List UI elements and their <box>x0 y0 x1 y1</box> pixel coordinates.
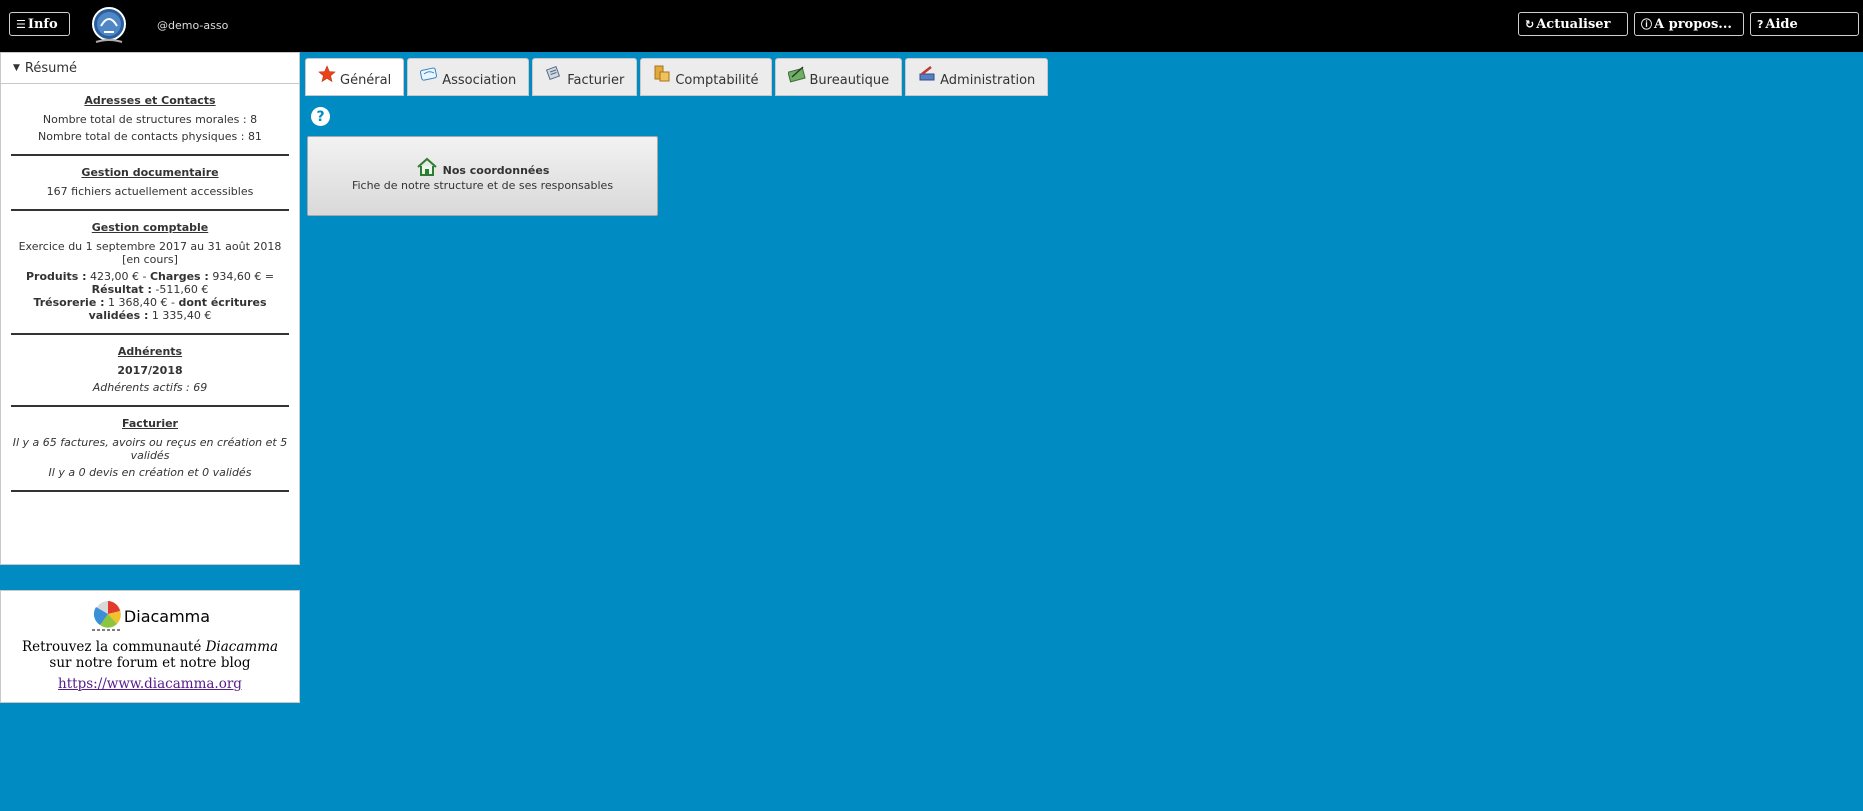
tresorerie-label: Trésorerie : <box>33 296 105 309</box>
refresh-button[interactable]: ↻ Actualiser <box>1518 12 1628 36</box>
charges-label: Charges : <box>149 270 209 283</box>
accounting-title: Gestion comptable <box>91 221 209 234</box>
info-button-label: Info <box>27 16 58 32</box>
instance-name: @demo-asso <box>157 19 229 32</box>
invoice-icon <box>546 65 561 81</box>
card-subtitle: Fiche de notre structure et de ses respo… <box>351 179 614 192</box>
charges-value: 934,60 € <box>212 270 262 283</box>
produits-value: 423,00 € <box>90 270 139 283</box>
card-title: Nos coordonnées <box>442 164 550 177</box>
documents-count: 167 fichiers actuellement accessibles <box>46 185 254 198</box>
accounting-exercise: Exercice du 1 septembre 2017 au 31 août … <box>18 240 282 266</box>
help-button-label: Aide <box>1765 16 1798 32</box>
contacts-physical-count: Nombre total de contacts physiques : 81 <box>38 130 262 143</box>
about-button[interactable]: ⓘ A propos... <box>1634 12 1744 36</box>
promo-text-brand: Diacamma <box>205 639 279 655</box>
summary-header[interactable]: ▼ Résumé <box>1 53 299 84</box>
tab-comptabilite[interactable]: Comptabilité <box>640 58 772 96</box>
caret-down-icon: ▼ <box>13 63 20 73</box>
diacamma-logo <box>91 601 121 631</box>
tab-comptabilite-label: Comptabilité <box>675 73 759 88</box>
tab-facturier[interactable]: Facturier <box>532 58 638 96</box>
members-active: Adhérents actifs : 69 <box>92 381 208 394</box>
info-circle-icon: ⓘ <box>1641 18 1652 31</box>
list-icon: ☰ <box>16 17 26 31</box>
promo-text: Retrouvez la communauté Diacamma sur not… <box>13 639 287 671</box>
help-question-icon[interactable]: ? <box>311 107 330 126</box>
validees-value: 1 335,40 € <box>151 309 212 322</box>
documents-title: Gestion documentaire <box>81 166 219 179</box>
contacts-legal-count: Nombre total de structures morales : 8 <box>42 113 258 126</box>
question-circle-icon: ? <box>1757 17 1764 31</box>
tab-general-label: Général <box>340 73 392 88</box>
refresh-icon: ↻ <box>1525 17 1535 31</box>
tab-association[interactable]: Association <box>407 58 530 96</box>
home-icon <box>416 157 437 176</box>
app-logo <box>92 7 126 43</box>
members-season: 2017/2018 <box>117 364 183 377</box>
about-button-label: A propos... <box>1654 16 1732 32</box>
resultat-value: -511,60 € <box>155 283 209 296</box>
invoicing-quotes: Il y a 0 devis en création et 0 validés <box>48 466 252 479</box>
coins-icon <box>654 65 670 82</box>
card-title-row: Nos coordonnées <box>308 157 657 177</box>
main-tabs: Général Association Facturier Comptabili… <box>305 58 1051 96</box>
diacamma-link[interactable]: https://www.diacamma.org <box>58 676 242 692</box>
diacamma-brand: Diacamma <box>1 599 299 633</box>
tab-general[interactable]: Général <box>305 58 405 96</box>
help-button[interactable]: ? Aide <box>1750 12 1859 36</box>
promo-text-before: Retrouvez la communauté <box>21 639 202 655</box>
invoicing-invoices: Il y a 65 factures, avoirs ou reçus en c… <box>12 436 288 462</box>
diacamma-name: Diacamma <box>123 606 211 626</box>
summary-panel: ▼ Résumé Adresses et Contacts Nombre tot… <box>0 52 300 565</box>
diacamma-promo: Diacamma Retrouvez la communauté Diacamm… <box>0 590 300 703</box>
tab-facturier-label: Facturier <box>567 73 625 88</box>
members-section: Adhérents 2017/2018 Adhérents actifs : 6… <box>11 335 289 407</box>
tab-administration[interactable]: Administration <box>905 58 1049 96</box>
summary-title: Résumé <box>24 60 78 76</box>
info-button[interactable]: ☰ Info <box>9 12 70 36</box>
star-icon <box>318 65 336 83</box>
documents-section: Gestion documentaire 167 fichiers actuel… <box>11 156 289 211</box>
contacts-section: Adresses et Contacts Nombre total de str… <box>11 84 289 156</box>
resultat-label: Résultat : <box>91 283 152 296</box>
tab-bureautique[interactable]: Bureautique <box>774 58 903 96</box>
accounting-totals: Produits : 423,00 € - Charges : 934,60 €… <box>25 270 275 322</box>
contacts-title: Adresses et Contacts <box>84 94 216 107</box>
office-icon <box>787 66 806 83</box>
association-icon <box>420 67 438 81</box>
tab-association-label: Association <box>442 73 517 88</box>
invoicing-section: Facturier Il y a 65 factures, avoirs ou … <box>11 407 289 492</box>
produits-label: Produits : <box>25 270 87 283</box>
promo-text-after: sur notre forum et notre blog <box>49 655 251 671</box>
refresh-button-label: Actualiser <box>1536 16 1611 32</box>
members-title: Adhérents <box>117 345 183 358</box>
contact-details-card[interactable]: Nos coordonnées Fiche de notre structure… <box>307 136 658 216</box>
top-bar: ☰ Info @demo-asso ↻ Actualiser ⓘ A propo… <box>0 0 1863 52</box>
tab-administration-label: Administration <box>940 73 1036 88</box>
tab-bureautique-label: Bureautique <box>809 73 890 88</box>
admin-icon <box>919 66 935 81</box>
tresorerie-value: 1 368,40 € <box>108 296 168 309</box>
invoicing-title: Facturier <box>122 417 178 430</box>
accounting-section: Gestion comptable Exercice du 1 septembr… <box>11 211 289 335</box>
